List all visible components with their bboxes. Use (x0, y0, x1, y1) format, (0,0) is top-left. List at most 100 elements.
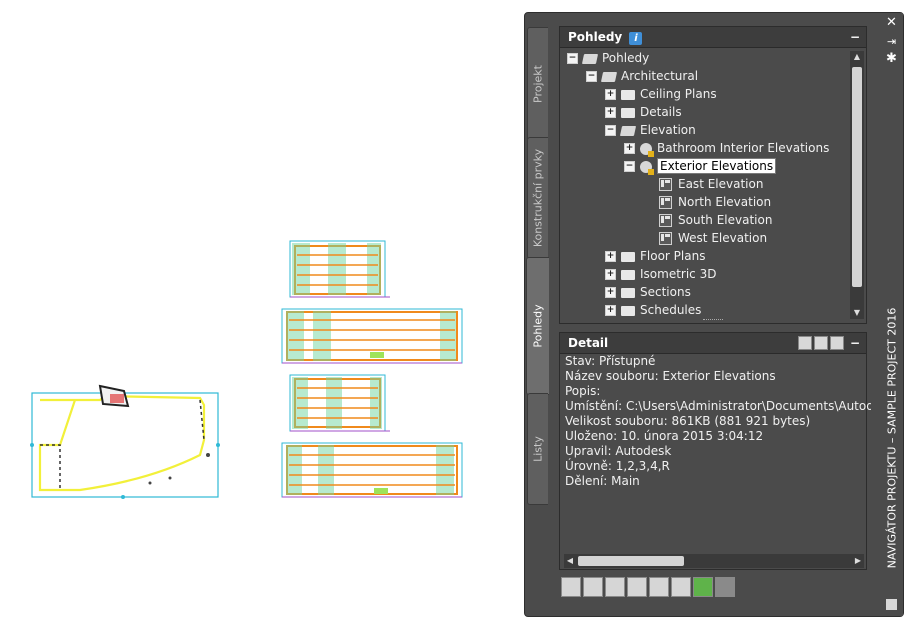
views-panel-title: Pohledy (568, 30, 623, 44)
detail-list-icon[interactable] (814, 336, 828, 350)
delete-icon[interactable] (627, 577, 647, 597)
info-icon[interactable]: i (629, 32, 643, 45)
views-tree: − Pohledy − Architectural + Ceiling Plans +… (560, 48, 850, 320)
detail-levels: Úrovně: 1,2,3,4,R (565, 459, 670, 473)
detail-header-icons (796, 336, 844, 356)
elevation-thumbnail-3 (289, 374, 390, 432)
view-icon (659, 178, 672, 191)
properties-icon[interactable] (605, 577, 625, 597)
tree-node-label: South Elevation (678, 213, 773, 227)
pin-icon[interactable]: ⇥ (887, 35, 896, 48)
tree-node-exterior-elevations[interactable]: − Exterior Elevations (624, 157, 777, 175)
scroll-right-icon[interactable]: ▶ (852, 554, 864, 568)
folder-icon (621, 287, 635, 298)
tree-node-north-elevation[interactable]: North Elevation (659, 193, 771, 211)
detail-description: Popis: (565, 384, 601, 398)
select-icon[interactable] (649, 577, 669, 597)
detail-view-icon[interactable] (798, 336, 812, 350)
close-drawing-icon[interactable] (715, 577, 735, 597)
expand-icon[interactable]: + (624, 143, 635, 154)
tree-node-label: Ceiling Plans (640, 87, 717, 101)
tab-konstrukcni-prvky[interactable]: Konstrukční prvky (527, 137, 548, 259)
expand-icon[interactable]: + (605, 269, 616, 280)
minimize-icon[interactable]: − (850, 333, 860, 353)
tree-node-floor-plans[interactable]: + Floor Plans (605, 247, 705, 265)
tree-node-label: Architectural (621, 69, 699, 83)
elevation-thumbnail-1 (289, 240, 390, 298)
palette-title-strip: ✕ ⇥ ✱ NAVIGÁTOR PROJEKTU – SAMPLE PROJEC… (881, 13, 903, 616)
layout-icon[interactable] (671, 577, 691, 597)
expand-icon[interactable]: + (605, 251, 616, 262)
folder-icon (621, 305, 635, 316)
detail-status: Stav: Přístupné (565, 354, 656, 368)
scrollbar-thumb[interactable] (578, 556, 684, 566)
detail-preview-icon[interactable] (830, 336, 844, 350)
detail-horizontal-scrollbar[interactable]: ◀ ▶ (564, 554, 864, 568)
tree-node-architectural[interactable]: − Architectural (586, 67, 698, 85)
detail-panel-header: Detail − (560, 333, 866, 354)
panel-resize-grip[interactable] (703, 319, 723, 323)
tree-node-label: Isometric 3D (640, 267, 717, 281)
folder-open-icon (619, 125, 637, 136)
tab-label: Projekt (531, 65, 545, 103)
gear-icon[interactable]: ✱ (886, 51, 897, 66)
tree-node-east-elevation[interactable]: East Elevation (659, 175, 763, 193)
collapse-icon[interactable]: − (586, 71, 597, 82)
palette-menu-icon[interactable] (886, 599, 897, 610)
tab-projekt[interactable]: Projekt (527, 27, 548, 141)
tree-node-schedules[interactable]: + Schedules (605, 301, 701, 319)
drawing-canvas[interactable] (0, 0, 520, 628)
detail-properties: Stav: Přístupné Název souboru: Exterior … (560, 354, 871, 534)
tree-node-label: Details (640, 105, 682, 119)
views-panel: Pohledy i − − Pohledy − Architectural + Cei… (559, 26, 867, 324)
expand-icon[interactable]: + (605, 305, 616, 316)
scroll-down-icon[interactable]: ▼ (850, 307, 864, 319)
detail-panel: Detail − Stav: Přístupné Název souboru: … (559, 332, 871, 570)
view-icon (659, 214, 672, 227)
view-icon (659, 232, 672, 245)
tab-pohledy[interactable]: Pohledy (526, 257, 549, 395)
tree-node-label: Pohledy (602, 51, 650, 65)
tab-label: Listy (531, 436, 545, 462)
tree-node-south-elevation[interactable]: South Elevation (659, 211, 772, 229)
tree-node-details[interactable]: + Details (605, 103, 682, 121)
views-panel-header: Pohledy i − (560, 27, 866, 48)
tree-vertical-scrollbar[interactable]: ▲ ▼ (850, 51, 864, 319)
tree-node-label: Schedules (640, 303, 702, 317)
tree-node-label: East Elevation (678, 177, 764, 191)
tree-node-isometric-3d[interactable]: + Isometric 3D (605, 265, 716, 283)
palette-tabs: Projekt Konstrukční prvky Pohledy Listy (525, 13, 549, 616)
collapse-icon[interactable]: − (567, 53, 578, 64)
detail-location: Umístění: C:\Users\Administrator\Documen… (565, 399, 871, 413)
scroll-left-icon[interactable]: ◀ (564, 554, 576, 568)
folder-open-icon (600, 71, 618, 82)
folder-icon (621, 107, 635, 118)
drawing-area-svg (30, 240, 463, 499)
detail-file-name: Název souboru: Exterior Elevations (565, 369, 776, 383)
new-view-icon[interactable] (561, 577, 581, 597)
tree-node-label-selected: Exterior Elevations (657, 158, 777, 174)
add-view-icon[interactable] (583, 577, 603, 597)
floor-plan-thumbnail (30, 384, 220, 499)
refresh-icon[interactable] (693, 577, 713, 597)
tab-listy[interactable]: Listy (527, 393, 548, 505)
tree-node-label: Bathroom Interior Elevations (657, 141, 830, 155)
expand-icon[interactable]: + (605, 107, 616, 118)
collapse-icon[interactable]: − (624, 161, 635, 172)
tree-node-label: North Elevation (678, 195, 772, 209)
expand-icon[interactable]: + (605, 89, 616, 100)
scrollbar-thumb[interactable] (852, 67, 862, 287)
palette-title: NAVIGÁTOR PROJEKTU – SAMPLE PROJECT 2016 (885, 307, 899, 569)
minimize-icon[interactable]: − (850, 27, 860, 47)
collapse-icon[interactable]: − (605, 125, 616, 136)
tree-node-pohledy[interactable]: − Pohledy (567, 49, 649, 67)
tree-node-sections[interactable]: + Sections (605, 283, 691, 301)
expand-icon[interactable]: + (605, 287, 616, 298)
tree-node-bathroom-interior-elevations[interactable]: + Bathroom Interior Elevations (624, 139, 829, 157)
tree-node-west-elevation[interactable]: West Elevation (659, 229, 767, 247)
tab-label: Konstrukční prvky (531, 148, 545, 248)
tree-node-ceiling-plans[interactable]: + Ceiling Plans (605, 85, 717, 103)
tree-node-elevation[interactable]: − Elevation (605, 121, 696, 139)
close-icon[interactable]: ✕ (886, 15, 897, 30)
scroll-up-icon[interactable]: ▲ (850, 51, 864, 63)
